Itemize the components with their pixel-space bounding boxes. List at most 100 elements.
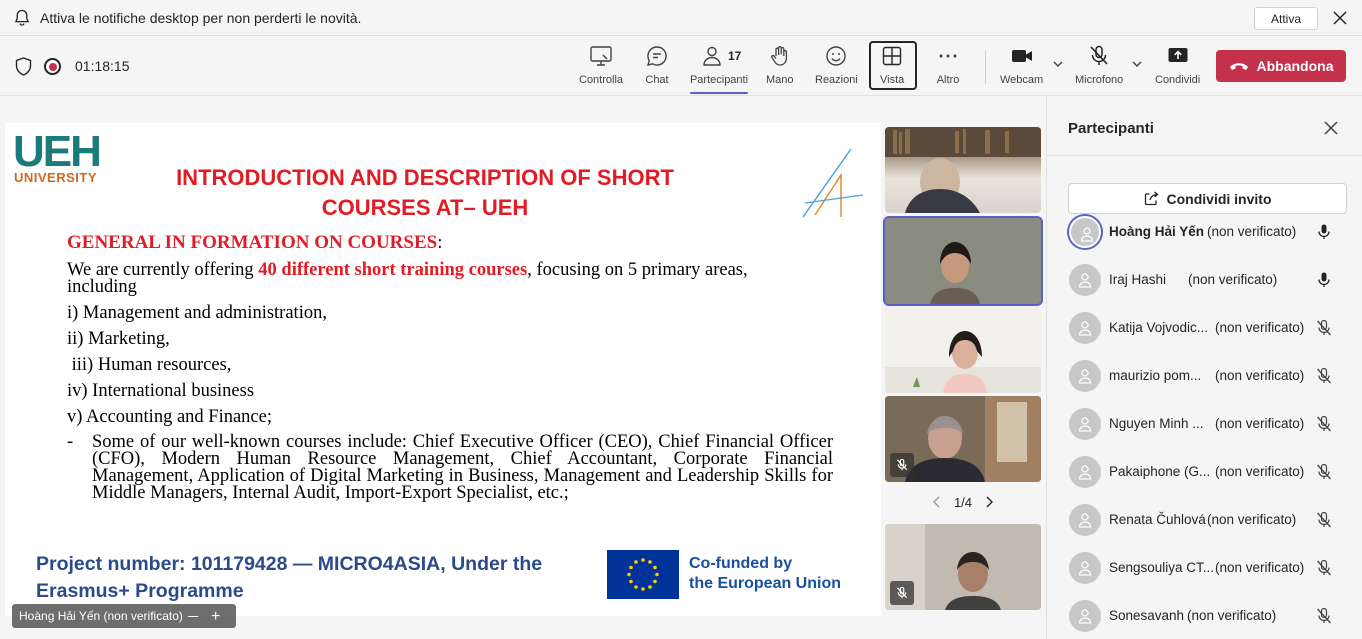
monitor-icon	[590, 46, 612, 66]
section-heading: GENERAL IN FORMATION ON COURSES:	[67, 232, 442, 254]
activate-notifications-button[interactable]: Attiva	[1254, 7, 1318, 30]
more-button[interactable]: Altro	[936, 44, 960, 90]
reactions-button[interactable]: Reazioni	[815, 44, 858, 90]
participant-row[interactable]: Hoàng Hải Yến (non verificato)	[1067, 212, 1357, 252]
mic-off-icon	[1317, 559, 1331, 576]
close-icon[interactable]	[1324, 121, 1338, 135]
microphone-button[interactable]: Microfono	[1075, 44, 1123, 90]
muted-indicator	[890, 453, 914, 477]
mic-off-icon	[1317, 607, 1331, 624]
chevron-down-icon[interactable]	[1052, 58, 1064, 70]
microfono-label: Microfono	[1075, 74, 1124, 86]
chevron-right-icon[interactable]	[984, 496, 994, 508]
intro-paragraph: We are currently offering 40 different s…	[67, 260, 837, 280]
participant-row[interactable]: Nguyen Minh ... (non verificato)	[1067, 404, 1357, 444]
partecipanti-label: Partecipanti	[689, 74, 749, 86]
meeting-timer: 01:18:15	[75, 58, 130, 74]
area-item: iv) International business	[67, 381, 255, 401]
person-icon	[1078, 273, 1092, 288]
more-dots-icon	[939, 54, 957, 58]
participant-row[interactable]: maurizio pom... (non verificato)	[1067, 356, 1357, 396]
video-thumbnail[interactable]	[885, 307, 1041, 393]
bullet-dash: -	[67, 432, 74, 452]
zoom-in-icon[interactable]: +	[211, 608, 220, 626]
hang-up-icon	[1229, 63, 1248, 70]
close-icon[interactable]	[1331, 9, 1349, 27]
participant-name: Renata Čuhlová	[1109, 512, 1206, 527]
participant-name: Pakaiphone (G...	[1109, 464, 1211, 479]
micro4asia-logo	[802, 148, 864, 218]
avatar	[1069, 600, 1101, 632]
eu-line1: Co-funded by	[689, 555, 793, 572]
camera-icon	[1011, 50, 1032, 62]
mic-off-icon	[1317, 367, 1331, 384]
participant-row[interactable]: Iraj Hashi (non verificato)	[1067, 260, 1357, 300]
area-item: iii) Human resources,	[67, 355, 232, 375]
bell-icon	[14, 9, 30, 26]
slide-title-line1: INTRODUCTION AND DESCRIPTION OF SHORT	[176, 165, 674, 190]
intro-line2: including	[67, 277, 137, 297]
partecipanti-button[interactable]: 17 Partecipanti	[689, 44, 749, 94]
participant-row[interactable]: Renata Čuhlová (non verificato)	[1067, 500, 1357, 540]
share-invite-button[interactable]: Condividi invito	[1068, 183, 1347, 214]
person-icon	[1078, 609, 1092, 624]
presenter-name: Hoàng Hải Yến (non verificato)	[19, 609, 183, 623]
leave-button[interactable]: Abbandona	[1216, 50, 1346, 82]
controlla-label: Controlla	[579, 74, 624, 86]
video-thumbnail[interactable]	[885, 127, 1041, 213]
person-icon	[1078, 369, 1092, 384]
participant-row[interactable]: Katija Vojvodic... (non verificato)	[1067, 308, 1357, 348]
video-thumbnail[interactable]	[885, 396, 1041, 482]
person-icon	[1078, 321, 1092, 336]
section-heading-text: GENERAL IN FORMATION ON COURSES	[67, 232, 438, 253]
participant-name: Katija Vojvodic...	[1109, 320, 1209, 335]
view-button[interactable]: Vista	[880, 44, 904, 90]
zoom-out-icon[interactable]	[188, 616, 198, 617]
webcam-button[interactable]: Webcam	[1000, 44, 1043, 90]
person-icon	[1078, 417, 1092, 432]
shared-slide: UEH UNIVERSITY INTRODUCTION AND DESCRIPT…	[5, 123, 881, 616]
chevron-left-icon[interactable]	[932, 496, 942, 508]
slide-title-line2: COURSES AT– UEH	[321, 195, 529, 220]
participant-row[interactable]: Sengsouliya CT... (non verificato)	[1067, 548, 1357, 588]
participant-name: Hoàng Hải Yến	[1109, 224, 1205, 239]
raise-hand-button[interactable]: Mano	[766, 44, 794, 90]
chevron-down-icon[interactable]	[1131, 58, 1143, 70]
notification-bar: Attiva le notifiche desktop per non perd…	[0, 0, 1362, 36]
participant-name: Sonesavanh	[1109, 608, 1185, 623]
chat-button[interactable]: Chat	[645, 44, 669, 90]
person-icon	[1078, 465, 1092, 480]
share-icon	[1168, 48, 1188, 62]
avatar	[1069, 552, 1101, 584]
shield-icon[interactable]	[15, 57, 32, 76]
eu-flag-icon	[607, 550, 679, 599]
chat-icon	[647, 46, 667, 66]
participant-status: (non verificato)	[1188, 272, 1278, 287]
controlla-button[interactable]: Controlla	[579, 44, 623, 90]
participant-status: (non verificato)	[1215, 464, 1305, 479]
mic-off-icon	[1317, 463, 1331, 480]
panel-divider	[1047, 155, 1362, 156]
participant-row[interactable]: Pakaiphone (G... (non verificato)	[1067, 452, 1357, 492]
participant-row[interactable]: Sonesavanh (non verificato)	[1067, 596, 1357, 636]
vista-label: Vista	[880, 74, 905, 86]
avatar	[1069, 360, 1101, 392]
video-thumbnail[interactable]	[883, 216, 1043, 306]
avatar	[1069, 264, 1101, 296]
participant-status: (non verificato)	[1215, 416, 1305, 431]
mic-off-icon	[1317, 319, 1331, 336]
participant-status: (non verificato)	[1207, 512, 1297, 527]
area-item: v) Accounting and Finance;	[67, 407, 272, 427]
project-number-text: Project number: 101179428 — MICRO4ASIA, …	[36, 553, 543, 602]
video-thumbnail[interactable]	[885, 524, 1041, 610]
webcam-label: Webcam	[1000, 74, 1044, 86]
share-button[interactable]: Condividi	[1155, 44, 1200, 90]
participant-name: maurizio pom...	[1109, 368, 1202, 383]
person-icon	[1080, 227, 1094, 242]
participants-count: 17	[728, 49, 742, 63]
reazioni-label: Reazioni	[815, 74, 858, 86]
intro-highlight: 40 different short training courses	[258, 260, 528, 280]
mic-off-icon	[1090, 45, 1108, 65]
avatar	[1069, 312, 1101, 344]
share-invite-label: Condividi invito	[1166, 190, 1272, 207]
